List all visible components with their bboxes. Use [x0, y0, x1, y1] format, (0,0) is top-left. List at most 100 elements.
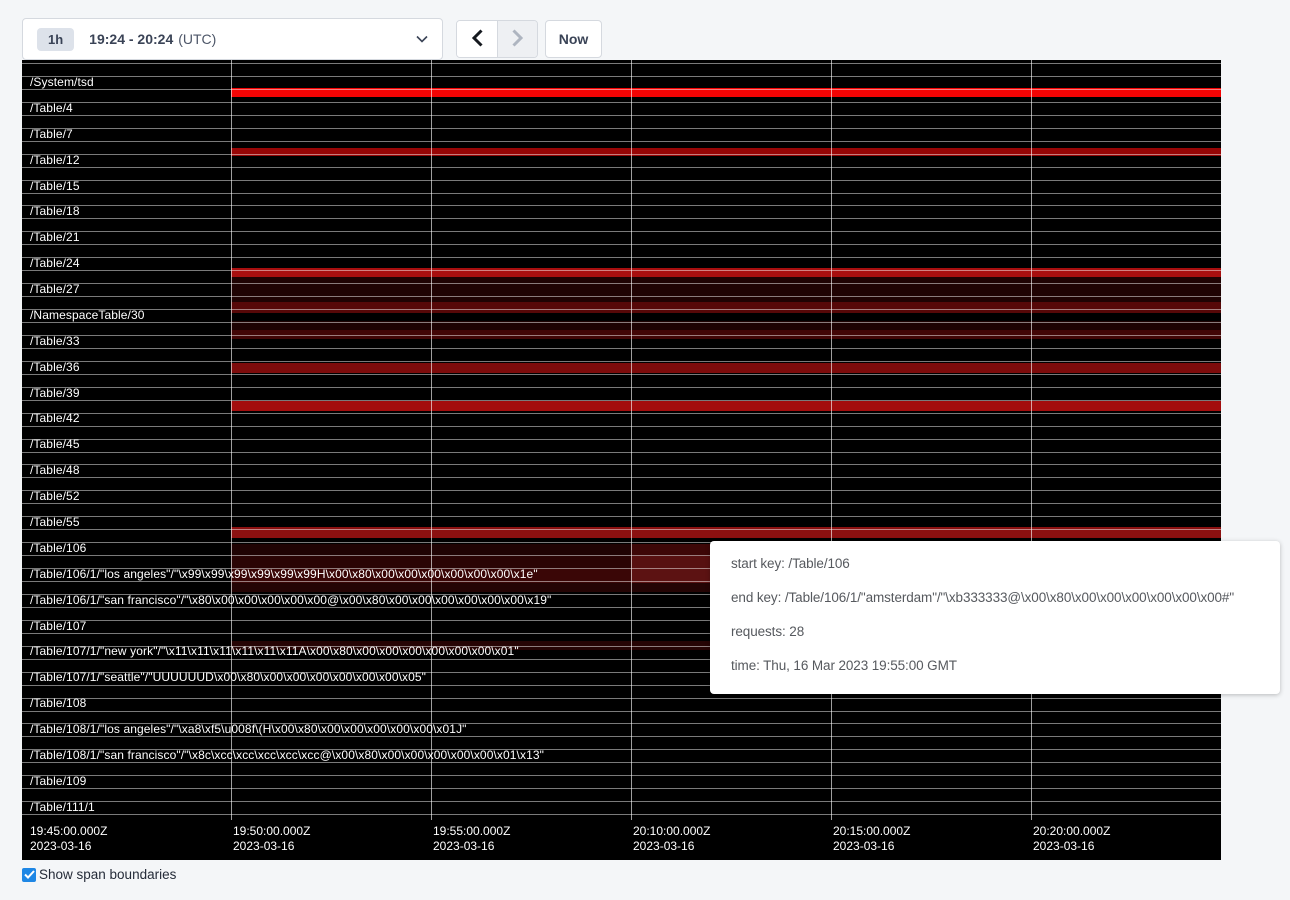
span-boundary-line — [22, 128, 1221, 129]
span-key-label: /Table/42 — [30, 412, 80, 425]
hot-span-cell[interactable] — [231, 148, 1221, 156]
chevron-right-icon — [512, 29, 523, 50]
span-key-label: /Table/21 — [30, 231, 80, 244]
span-boundary-line — [22, 76, 1221, 77]
span-key-label: /Table/111/1 — [30, 801, 95, 814]
show-span-boundaries-control[interactable]: Show span boundaries — [22, 867, 176, 882]
x-axis-tick: 19:50:00.000Z2023-03-16 — [233, 824, 310, 854]
span-boundary-line — [22, 400, 1221, 401]
span-tooltip: start key: /Table/106 end key: /Table/10… — [710, 541, 1280, 694]
span-key-label: /Table/55 — [30, 516, 80, 529]
span-key-label: /Table/107 — [30, 620, 86, 633]
chevron-down-icon — [416, 35, 428, 43]
x-tick-date: 2023-03-16 — [30, 839, 107, 854]
x-tick-time: 19:55:00.000Z — [433, 824, 510, 839]
span-boundary-line — [22, 503, 1221, 504]
span-boundary-line — [22, 63, 1221, 64]
hot-span-cell[interactable] — [231, 277, 1221, 302]
time-gridline — [1031, 60, 1032, 820]
span-boundary-line — [22, 322, 1221, 323]
check-icon — [24, 866, 35, 884]
span-boundary-line — [22, 801, 1221, 802]
x-axis-tick: 19:55:00.000Z2023-03-16 — [433, 824, 510, 854]
span-boundary-line — [22, 529, 1221, 530]
span-key-label: /NamespaceTable/30 — [30, 309, 145, 322]
span-boundary-line — [22, 309, 1221, 310]
x-tick-time: 19:45:00.000Z — [30, 824, 107, 839]
span-boundary-line — [22, 516, 1221, 517]
x-tick-date: 2023-03-16 — [833, 839, 910, 854]
time-gridline — [431, 60, 432, 820]
tooltip-time: time: Thu, 16 Mar 2023 19:55:00 GMT — [731, 656, 1259, 676]
span-boundary-line — [22, 736, 1221, 737]
tooltip-requests: requests: 28 — [731, 622, 1259, 642]
key-visualizer-page: 1h 19:24 - 20:24 (UTC) Now /System/tsd/T… — [0, 0, 1290, 900]
span-key-label: /Table/108 — [30, 697, 86, 710]
x-tick-date: 2023-03-16 — [433, 839, 510, 854]
span-boundary-line — [22, 115, 1221, 116]
next-time-button[interactable] — [497, 21, 537, 57]
span-key-label: /Table/109 — [30, 775, 86, 788]
span-boundary-line — [22, 477, 1221, 478]
span-boundary-line — [22, 167, 1221, 168]
span-boundary-line — [22, 464, 1221, 465]
hot-span-cell[interactable] — [231, 302, 1221, 313]
span-boundary-line — [22, 89, 1221, 90]
span-boundary-line — [22, 205, 1221, 206]
now-button[interactable]: Now — [545, 20, 602, 58]
span-boundary-line — [22, 413, 1221, 414]
span-key-label: /Table/27 — [30, 283, 80, 296]
span-boundary-line — [22, 711, 1221, 712]
x-axis-tick: 20:15:00.000Z2023-03-16 — [833, 824, 910, 854]
span-boundary-line — [22, 102, 1221, 103]
span-boundary-line — [22, 452, 1221, 453]
span-key-label: /Table/39 — [30, 387, 80, 400]
span-boundary-line — [22, 814, 1221, 815]
tooltip-end-key: end key: /Table/106/1/"amsterdam"/"\xb33… — [731, 588, 1259, 608]
span-key-label: /Table/48 — [30, 464, 80, 477]
time-gridline — [231, 60, 232, 820]
span-key-label: /Table/33 — [30, 335, 80, 348]
span-key-label: /Table/106/1/"san francisco"/"\x80\x00\x… — [30, 594, 551, 607]
span-key-label: /Table/108/1/"los angeles"/"\xa8\xf5\u00… — [30, 723, 467, 736]
time-preset-badge: 1h — [37, 28, 74, 51]
span-boundary-line — [22, 154, 1221, 155]
key-visualizer-heatmap[interactable]: /System/tsd/Table/4/Table/7/Table/12/Tab… — [22, 60, 1221, 860]
show-span-boundaries-checkbox[interactable] — [22, 868, 36, 882]
span-boundary-line — [22, 335, 1221, 336]
span-boundary-line — [22, 762, 1221, 763]
span-boundary-line — [22, 426, 1221, 427]
span-key-label: /Table/24 — [30, 257, 80, 270]
span-boundary-line — [22, 218, 1221, 219]
time-nav-group — [456, 20, 538, 58]
prev-time-button[interactable] — [457, 21, 497, 57]
hot-span-cell[interactable] — [231, 363, 1221, 373]
span-boundary-line — [22, 231, 1221, 232]
x-tick-date: 2023-03-16 — [1033, 839, 1110, 854]
span-boundary-line — [22, 283, 1221, 284]
span-boundary-line — [22, 374, 1221, 375]
span-boundary-line — [22, 193, 1221, 194]
hot-span-cell[interactable] — [231, 401, 1221, 411]
span-key-label: /Table/107/1/"new york"/"\x11\x11\x11\x1… — [30, 645, 519, 658]
span-boundary-line — [22, 788, 1221, 789]
span-boundary-line — [22, 296, 1221, 297]
timezone-label: (UTC) — [178, 31, 216, 47]
x-tick-date: 2023-03-16 — [633, 839, 710, 854]
span-key-label: /Table/106 — [30, 542, 86, 555]
x-tick-time: 19:50:00.000Z — [233, 824, 310, 839]
x-axis-tick: 20:10:00.000Z2023-03-16 — [633, 824, 710, 854]
span-boundary-line — [22, 244, 1221, 245]
span-boundary-line — [22, 180, 1221, 181]
span-key-label: /Table/45 — [30, 438, 80, 451]
span-key-label: /Table/107/1/"seattle"/"UUUUUUD\x00\x80\… — [30, 671, 426, 684]
span-key-label: /Table/36 — [30, 361, 80, 374]
time-gridline — [631, 60, 632, 820]
span-key-label: /Table/108/1/"san francisco"/"\x8c\xcc\x… — [30, 749, 544, 762]
time-range-label: 19:24 - 20:24 — [89, 31, 173, 47]
span-boundary-line — [22, 387, 1221, 388]
span-boundary-line — [22, 775, 1221, 776]
time-range-selector[interactable]: 1h 19:24 - 20:24 (UTC) — [22, 18, 443, 60]
span-key-label: /Table/15 — [30, 180, 80, 193]
time-gridline — [831, 60, 832, 820]
